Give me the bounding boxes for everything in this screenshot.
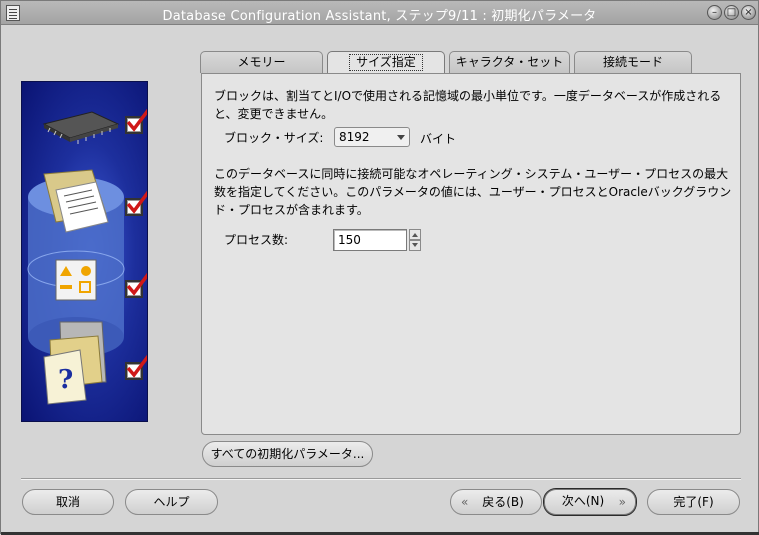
cancel-button[interactable]: 取消 [22, 489, 114, 515]
processes-stepper[interactable] [409, 229, 421, 251]
divider [21, 478, 741, 480]
content-area: ? メモリー サイズ指定 キャラクタ・セット 接続モード ブロックは、割当てとI… [7, 29, 752, 529]
maximize-icon[interactable]: □ [724, 5, 739, 20]
processes-input[interactable]: 150 [333, 229, 407, 251]
wizard-illustration: ? [21, 81, 148, 422]
next-button[interactable]: 次へ(N) » [543, 488, 637, 516]
processes-label: プロセス数: [224, 233, 289, 247]
tab-label: 接続モード [602, 55, 663, 69]
title-bar[interactable]: Database Configuration Assistant, ステップ9/… [1, 1, 758, 25]
block-size-value: 8192 [339, 130, 370, 144]
block-description: ブロックは、割当てとI/Oで使用される記憶域の最小単位です。一度データベースが作… [214, 89, 722, 121]
help-button[interactable]: ヘルプ [125, 489, 218, 515]
tab-sizing[interactable]: サイズ指定 [327, 51, 445, 75]
chevron-right-icon: » [618, 495, 626, 509]
memory-chip-icon [42, 111, 120, 144]
step-checkbox-icon [125, 108, 147, 134]
svg-text:?: ? [58, 365, 73, 395]
block-size-select[interactable]: 8192 [334, 127, 410, 147]
tab-label: サイズ指定 [349, 54, 423, 71]
close-icon[interactable]: × [741, 5, 756, 20]
increment-icon[interactable] [409, 229, 421, 240]
tab-connection-mode[interactable]: 接続モード [574, 51, 692, 73]
dbca-window: Database Configuration Assistant, ステップ9/… [0, 0, 759, 535]
chevron-down-icon [397, 135, 405, 140]
minimize-icon[interactable]: – [707, 5, 722, 20]
tab-memory[interactable]: メモリー [200, 51, 323, 73]
finish-button[interactable]: 完了(F) [647, 489, 740, 515]
step-checkbox-icon [125, 272, 147, 298]
step-checkbox-icon [125, 190, 147, 216]
tab-label: メモリー [237, 55, 286, 69]
block-size-label: ブロック・サイズ: [224, 131, 324, 145]
next-label: 次へ(N) [561, 494, 605, 508]
process-description: このデータベースに同時に接続可能なオペレーティング・システム・ユーザー・プロセス… [214, 167, 732, 217]
tab-label: キャラクタ・セット [455, 55, 564, 69]
back-button[interactable]: « 戻る(B) [450, 489, 542, 515]
decrement-icon[interactable] [409, 240, 421, 251]
back-label: 戻る(B) [482, 495, 524, 509]
block-size-unit: バイト [420, 132, 457, 146]
tab-character-set[interactable]: キャラクタ・セット [449, 51, 570, 73]
shapes-card-icon [55, 259, 97, 301]
chevron-left-icon: « [461, 495, 469, 509]
sizing-panel: ブロックは、割当てとI/Oで使用される記憶域の最小単位です。一度データベースが作… [201, 73, 741, 435]
step-checkbox-icon [125, 354, 147, 380]
all-init-params-button[interactable]: すべての初期化パラメータ... [202, 441, 373, 467]
window-title: Database Configuration Assistant, ステップ9/… [162, 9, 597, 24]
